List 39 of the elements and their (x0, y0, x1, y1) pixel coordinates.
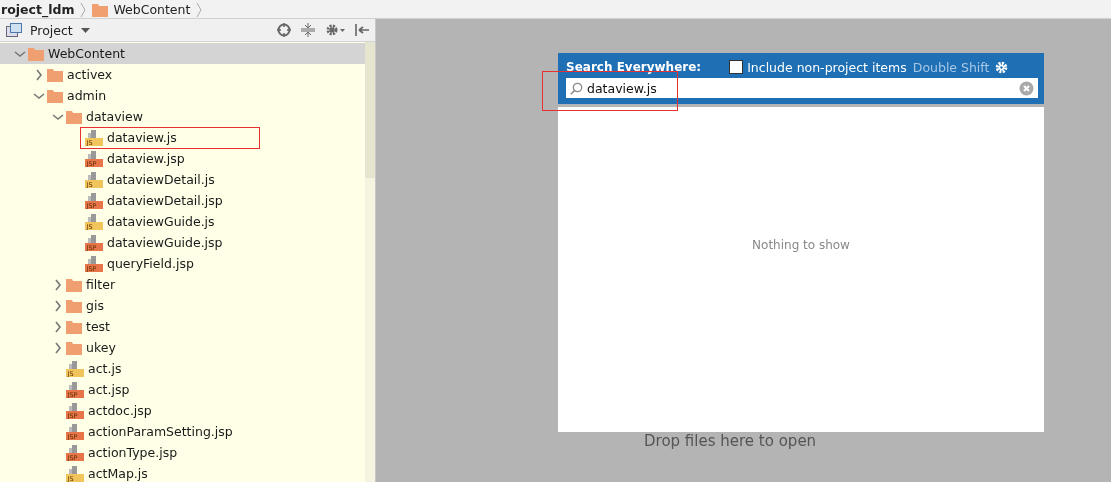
folder-icon (92, 3, 109, 17)
empty-message: Nothing to show (752, 237, 850, 252)
breadcrumb-item[interactable]: WebContent (113, 2, 191, 18)
shortcut-hint: Double Shift (912, 59, 990, 75)
folder-icon (66, 319, 82, 334)
project-icon (6, 23, 22, 37)
hide-panel-icon[interactable] (355, 23, 369, 37)
breadcrumb-item[interactable]: roject_ldm (1, 2, 75, 18)
folder-icon (66, 109, 82, 124)
popup-title: Search Everywhere: (566, 60, 702, 74)
dropdown-caret-icon[interactable] (80, 27, 90, 33)
checkbox-label[interactable]: Include non-project items (747, 59, 907, 75)
folder-icon (47, 67, 63, 82)
tree-item[interactable]: admin (0, 85, 365, 106)
folder-icon (66, 298, 82, 313)
tree-item[interactable]: WebContent (0, 43, 365, 64)
tree-item[interactable]: filter (0, 274, 365, 295)
breadcrumb-separator-icon (80, 3, 87, 17)
folder-icon (66, 277, 82, 292)
search-icon (570, 81, 583, 95)
folder-icon (28, 46, 44, 61)
scrollbar-thumb[interactable] (365, 42, 375, 178)
checkbox[interactable] (729, 60, 744, 74)
drop-hint: Drop files here to open (644, 432, 817, 450)
folder-icon (66, 340, 82, 355)
settings-icon[interactable] (325, 23, 345, 37)
tree-item[interactable]: ukey (0, 337, 365, 358)
tree-item[interactable]: activex (0, 64, 365, 85)
settings-icon[interactable] (995, 60, 1009, 74)
panel-title: Project (30, 22, 73, 38)
collapse-icon[interactable] (301, 23, 315, 37)
breadcrumb-separator-icon (196, 3, 203, 17)
tree-item[interactable]: test (0, 316, 365, 337)
clear-icon[interactable] (1019, 80, 1034, 96)
crosshair-icon[interactable] (277, 23, 291, 37)
folder-icon (47, 88, 63, 103)
tree-item[interactable]: dataview (0, 106, 365, 127)
tree-item[interactable]: gis (0, 295, 365, 316)
search-field[interactable]: dataview.js (566, 78, 1038, 98)
